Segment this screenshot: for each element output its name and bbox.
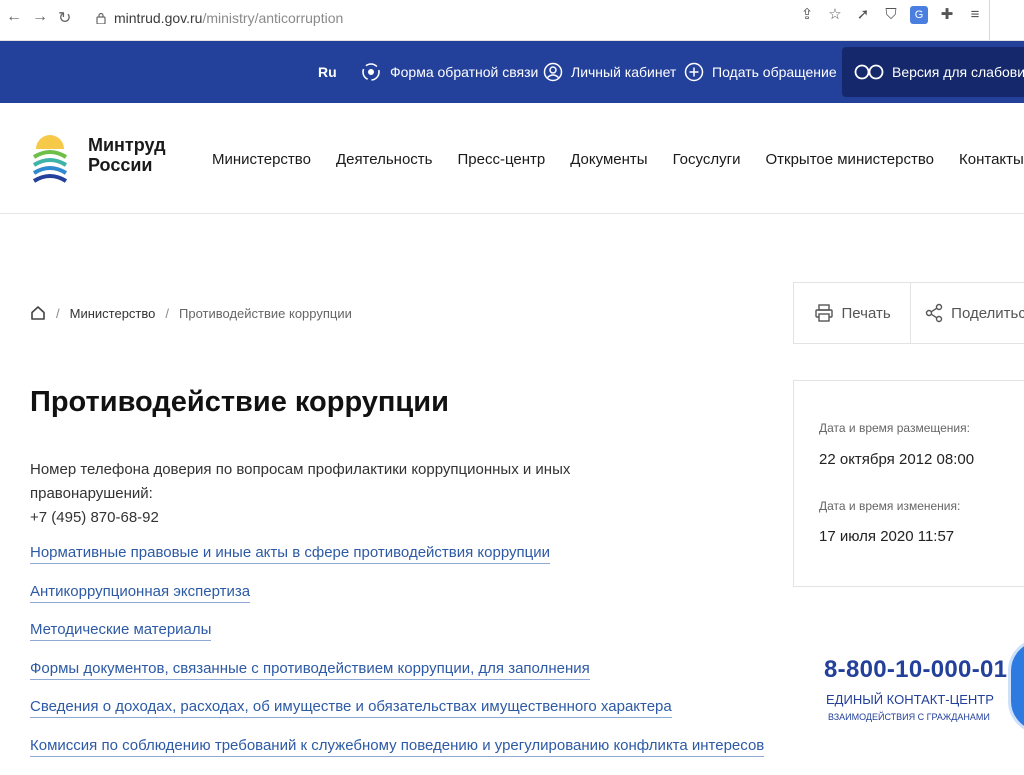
print-label: Печать	[841, 304, 891, 322]
glasses-icon	[854, 64, 884, 80]
home-icon[interactable]	[30, 305, 46, 321]
url-host: mintrud.gov.ru	[114, 10, 203, 26]
user-icon	[543, 62, 563, 82]
breadcrumb-separator: /	[165, 305, 169, 321]
hotline-info: Номер телефона доверия по вопросам профи…	[30, 458, 670, 530]
bookmark-star-icon[interactable]: ☆	[826, 6, 844, 24]
link-conflict-commission[interactable]: Комиссия по соблюдению требований к служ…	[30, 737, 765, 757]
breadcrumb-separator: /	[56, 305, 60, 321]
site-header: Минтруд России Министерство Деятельность…	[0, 103, 1024, 214]
mintrud-logo-icon[interactable]	[30, 127, 70, 187]
link-document-forms[interactable]: Формы документов, связанные с противодей…	[30, 660, 590, 680]
breadcrumb-ministry[interactable]: Министерство	[70, 306, 156, 321]
page-title: Противодействие коррупции	[30, 386, 449, 418]
cabinet-label: Личный кабинет	[571, 64, 677, 80]
hotline-phone: +7 (495) 870-68-92	[30, 509, 159, 526]
nav-item-press-center[interactable]: Пресс-центр	[458, 151, 546, 168]
contact-center-phone[interactable]: 8-800-10-000-01	[824, 656, 1007, 684]
share-page-icon[interactable]: ⇪	[798, 6, 816, 24]
nav-item-contacts[interactable]: Контакты	[959, 151, 1024, 168]
rocket-icon[interactable]: ➚	[854, 6, 872, 24]
reading-list-icon[interactable]: ≡	[966, 6, 984, 24]
browser-toolbar: ← → ↻ mintrud.gov.ru /ministry/anticorru…	[0, 0, 1024, 41]
window-edge	[989, 0, 1024, 40]
printer-icon	[814, 304, 833, 322]
changed-value: 17 июля 2020 11:57	[819, 528, 955, 545]
shield-icon[interactable]: ⛉	[882, 6, 900, 24]
section-links: Нормативные правовые и иные акты в сфере…	[30, 544, 765, 775]
contact-center-subtitle: ВЗАИМОДЕЙСТВИЯ С ГРАЖДАНАМИ	[828, 712, 990, 722]
publication-meta: Дата и время размещения: 22 октября 2012…	[793, 380, 1024, 587]
logo-text[interactable]: Минтруд России	[88, 135, 166, 175]
plus-circle-icon	[684, 62, 704, 82]
link-income-declarations[interactable]: Сведения о доходах, расходах, об имущест…	[30, 698, 672, 718]
feedback-link[interactable]: Форма обратной связи	[360, 41, 538, 103]
contact-center-name: ЕДИНЫЙ КОНТАКТ-ЦЕНТР	[826, 692, 994, 707]
url-path: /ministry/anticorruption	[202, 10, 344, 26]
nav-item-ministry[interactable]: Министерство	[212, 151, 311, 168]
back-arrow-icon[interactable]: ←	[6, 8, 22, 26]
link-anticorruption-expertise[interactable]: Антикоррупционная экспертиза	[30, 583, 251, 603]
nav-item-documents[interactable]: Документы	[570, 151, 647, 168]
breadcrumb: / Министерство / Противодействие коррупц…	[30, 305, 352, 321]
nav-item-open-ministry[interactable]: Открытое министерство	[765, 151, 934, 168]
nav-item-public-services[interactable]: Госуслуги	[673, 151, 741, 168]
changed-label: Дата и время изменения:	[819, 499, 961, 513]
address-bar[interactable]: mintrud.gov.ru /ministry/anticorruption	[96, 6, 856, 30]
reload-icon[interactable]: ↻	[58, 8, 71, 28]
appeal-label: Подать обращение	[712, 64, 837, 80]
personal-cabinet-link[interactable]: Личный кабинет	[543, 41, 676, 103]
share-button[interactable]: Поделиться	[911, 283, 1024, 343]
logo-line-1: Минтруд	[88, 135, 166, 155]
feedback-icon	[362, 63, 380, 81]
extensions-puzzle-icon[interactable]: ✚	[938, 6, 956, 24]
main-nav: Министерство Деятельность Пресс-центр До…	[212, 151, 1024, 168]
posted-value: 22 октября 2012 08:00	[819, 451, 975, 468]
link-methodical-materials[interactable]: Методические материалы	[30, 621, 212, 641]
lock-icon	[96, 12, 106, 24]
language-switch[interactable]: Ru	[318, 41, 337, 103]
page-actions: Печать Поделиться	[793, 282, 1024, 344]
floating-help-button[interactable]	[1008, 638, 1024, 734]
posted-label: Дата и время размещения:	[819, 421, 970, 435]
print-button[interactable]: Печать	[794, 283, 912, 343]
low-vision-label: Версия для слабовидящих	[892, 64, 1024, 80]
nav-item-activity[interactable]: Деятельность	[336, 151, 433, 168]
hotline-description: Номер телефона доверия по вопросам профи…	[30, 461, 571, 502]
logo-line-2: России	[88, 155, 153, 175]
share-label: Поделиться	[951, 304, 1024, 322]
link-regulatory-acts[interactable]: Нормативные правовые и иные акты в сфере…	[30, 544, 550, 564]
translate-icon[interactable]: G	[910, 6, 928, 24]
submit-appeal-link[interactable]: Подать обращение	[684, 41, 837, 103]
feedback-label: Форма обратной связи	[390, 64, 539, 80]
low-vision-button[interactable]: Версия для слабовидящих	[842, 47, 1024, 97]
breadcrumb-current: Противодействие коррупции	[179, 305, 352, 321]
forward-arrow-icon[interactable]: →	[32, 8, 48, 26]
share-icon	[925, 303, 943, 323]
